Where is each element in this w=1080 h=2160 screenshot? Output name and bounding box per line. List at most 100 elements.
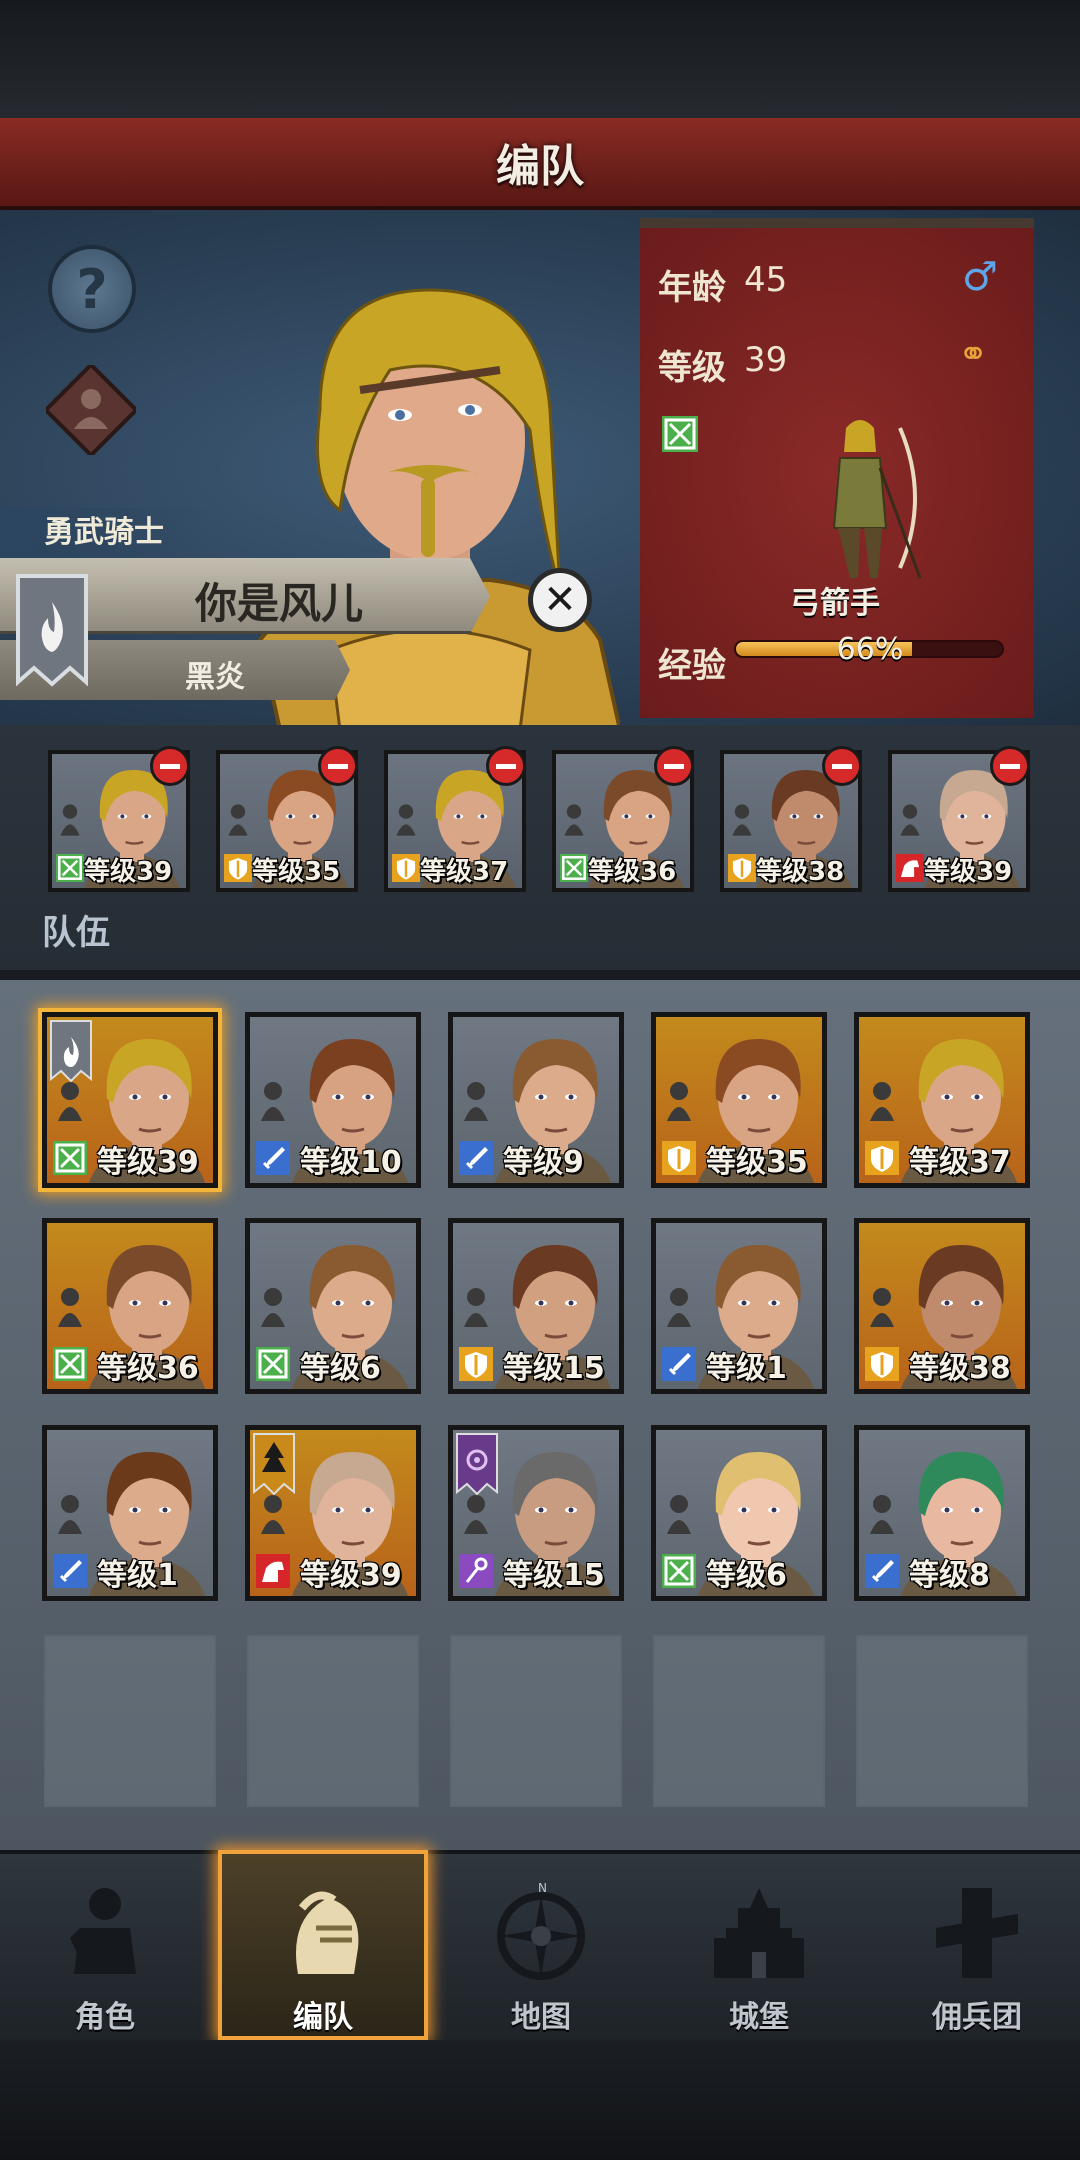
nav-label: 城堡	[729, 2000, 789, 2035]
archer-class-icon	[662, 416, 698, 452]
mercenary-icon	[922, 1878, 1032, 1988]
helmet-icon	[664, 1492, 694, 1536]
hero-card[interactable]: 等级39	[42, 1012, 218, 1188]
svg-text:N: N	[538, 1881, 547, 1895]
hero-card[interactable]: 等级1	[651, 1218, 827, 1394]
shield-class-icon	[865, 1141, 899, 1175]
member-level: 等级39	[924, 857, 1013, 887]
castle-icon	[704, 1878, 814, 1988]
hero-level: 等级10	[300, 1145, 402, 1180]
team-label: 队伍	[42, 913, 110, 953]
hero-level: 等级37	[909, 1145, 1011, 1180]
hero-level: 等级39	[300, 1558, 402, 1593]
hero-level: 等级15	[503, 1351, 605, 1386]
close-icon[interactable]: ✕	[528, 568, 592, 632]
hero-level: 等级15	[503, 1558, 605, 1593]
member-level: 等级35	[252, 857, 341, 887]
remove-member-icon[interactable]	[150, 746, 190, 786]
tree-banner-icon	[252, 1432, 296, 1496]
shield-class-icon	[865, 1347, 899, 1381]
hero-card[interactable]: 等级6	[245, 1218, 421, 1394]
shield-class-icon	[459, 1347, 493, 1381]
member-level: 等级39	[84, 857, 173, 887]
archer-class-icon	[53, 1141, 87, 1175]
helmet-icon	[55, 1079, 85, 1123]
hero-card[interactable]: 等级37	[854, 1012, 1030, 1188]
remove-member-icon[interactable]	[990, 746, 1030, 786]
fire-banner-icon	[16, 574, 88, 687]
helmet-icon	[226, 802, 250, 838]
archer-figure	[832, 420, 922, 579]
divider	[0, 970, 1080, 980]
helmet-icon	[664, 1285, 694, 1329]
equipment-icon[interactable]	[46, 365, 136, 455]
sword-class-icon	[459, 1141, 493, 1175]
sword-class-icon	[865, 1554, 899, 1588]
archer-class-icon	[256, 1347, 290, 1381]
male-icon: ♂	[962, 254, 998, 300]
helmet-icon	[268, 1878, 378, 1988]
helmet-icon	[461, 1492, 491, 1536]
hero-level: 等级38	[909, 1351, 1011, 1386]
hero-card[interactable]: 等级1	[42, 1425, 218, 1601]
remove-member-icon[interactable]	[486, 746, 526, 786]
helmet-icon	[867, 1079, 897, 1123]
helmet-icon	[867, 1492, 897, 1536]
nav-label: 佣兵团	[932, 2000, 1022, 2035]
hero-level: 等级1	[97, 1558, 178, 1593]
archer-class-icon	[53, 1347, 87, 1381]
eye-banner-icon	[455, 1432, 499, 1496]
sword-class-icon	[256, 1141, 290, 1175]
hero-card[interactable]: 等级39	[245, 1425, 421, 1601]
shield-class-icon	[662, 1141, 696, 1175]
top-band	[0, 0, 1080, 118]
empty-slot	[856, 1635, 1028, 1807]
hero-title-tag: 勇武骑士	[0, 508, 210, 558]
help-button[interactable]: ?	[48, 245, 136, 333]
hero-card[interactable]: 等级35	[651, 1012, 827, 1188]
nav-tab-0[interactable]: 角色	[0, 1850, 210, 2040]
hero-level: 等级8	[909, 1558, 990, 1593]
member-level: 等级37	[420, 857, 509, 887]
member-level: 等级36	[588, 857, 677, 887]
hero-level: 等级9	[503, 1145, 584, 1180]
nav-tab-2[interactable]: N 地图	[436, 1850, 646, 2040]
empty-slot	[653, 1635, 825, 1807]
helmet-icon	[55, 1492, 85, 1536]
helmet-icon	[55, 1285, 85, 1329]
hero-faction: 黑炎	[185, 660, 245, 695]
helmet-icon	[461, 1079, 491, 1123]
hero-card[interactable]: 等级8	[854, 1425, 1030, 1601]
nav-label: 角色	[75, 2000, 135, 2035]
page-title: 编队	[496, 141, 584, 192]
hero-card[interactable]: 等级36	[42, 1218, 218, 1394]
helmet-icon	[867, 1285, 897, 1329]
hero-card[interactable]: 等级6	[651, 1425, 827, 1601]
hero-card[interactable]: 等级15	[448, 1218, 624, 1394]
knight-icon	[50, 1878, 160, 1988]
shield-class-icon	[224, 854, 252, 882]
hero-card[interactable]: 等级9	[448, 1012, 624, 1188]
remove-member-icon[interactable]	[654, 746, 694, 786]
nav-tab-3[interactable]: 城堡	[654, 1850, 864, 2040]
remove-member-icon[interactable]	[318, 746, 358, 786]
archer-class-icon	[56, 854, 84, 882]
helmet-icon	[730, 802, 754, 838]
hero-card[interactable]: 等级10	[245, 1012, 421, 1188]
remove-member-icon[interactable]	[822, 746, 862, 786]
sword-class-icon	[53, 1554, 87, 1588]
hero-name: 你是风儿	[195, 579, 364, 628]
nav-tab-1[interactable]: 编队	[218, 1850, 428, 2040]
level-value: 39	[744, 340, 788, 380]
helmet-icon	[258, 1492, 288, 1536]
shield-class-icon	[392, 854, 420, 882]
hero-level: 等级36	[97, 1351, 199, 1386]
helmet-icon	[394, 802, 418, 838]
hero-card[interactable]: 等级15	[448, 1425, 624, 1601]
mage-class-icon	[459, 1554, 493, 1588]
class-name: 弓箭手	[790, 586, 880, 621]
cavalry-class-icon	[896, 854, 924, 882]
cavalry-class-icon	[256, 1554, 290, 1588]
nav-tab-4[interactable]: 佣兵团	[872, 1850, 1080, 2040]
hero-card[interactable]: 等级38	[854, 1218, 1030, 1394]
